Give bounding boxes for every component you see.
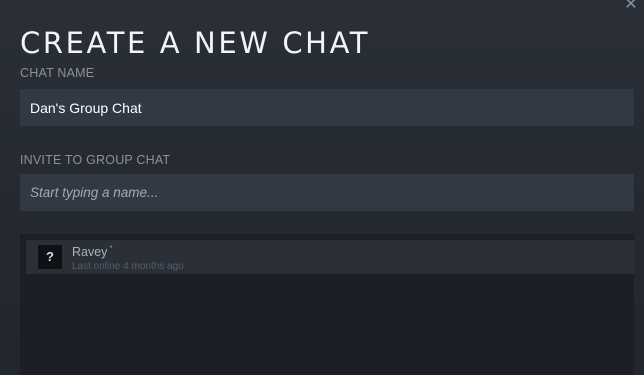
invite-label: INVITE TO GROUP CHAT	[20, 153, 171, 167]
chat-name-value: Dan's Group Chat	[30, 99, 142, 116]
friends-list: ? Ravey * Last online 4 months ago	[20, 234, 634, 375]
friend-badge: *	[109, 244, 113, 253]
chat-name-input[interactable]: Dan's Group Chat	[20, 89, 634, 126]
close-icon: ✕	[624, 0, 638, 13]
chat-name-label: CHAT NAME	[20, 66, 95, 80]
friend-name-text: Ravey	[72, 245, 108, 260]
invite-placeholder: Start typing a name...	[30, 185, 159, 200]
dialog-title: CREATE A NEW CHAT	[20, 26, 371, 60]
invite-search-input[interactable]: Start typing a name...	[20, 174, 634, 211]
friend-item[interactable]: ? Ravey * Last online 4 months ago	[26, 240, 634, 274]
friend-name: Ravey *	[72, 244, 113, 259]
avatar: ?	[38, 245, 62, 269]
friend-status: Last online 4 months ago	[72, 261, 184, 272]
close-button[interactable]: ✕	[622, 0, 640, 14]
